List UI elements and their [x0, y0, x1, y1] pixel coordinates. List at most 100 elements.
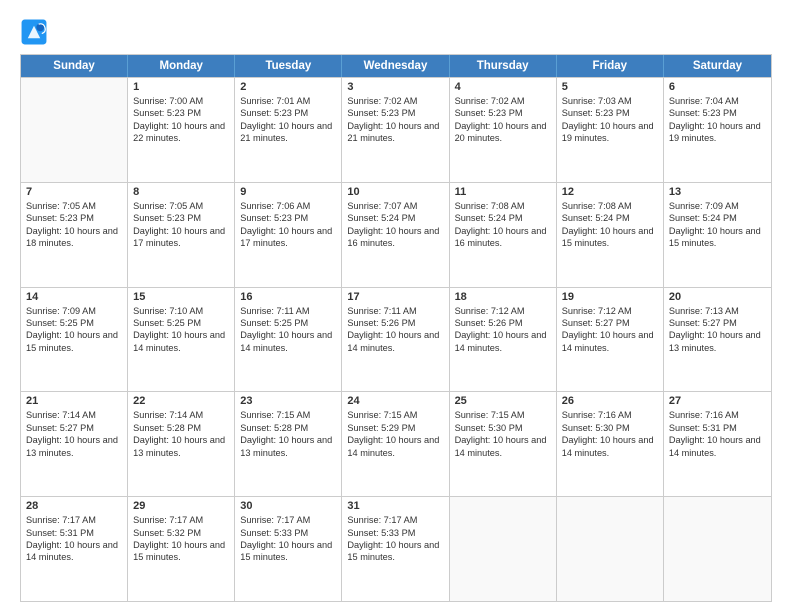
cal-cell: 4 Sunrise: 7:02 AM Sunset: 5:23 PM Daylig… — [450, 78, 557, 182]
cal-cell: 21 Sunrise: 7:14 AM Sunset: 5:27 PM Dayli… — [21, 392, 128, 496]
day-number: 25 — [455, 395, 551, 407]
day-number: 3 — [347, 81, 443, 93]
header-day-tuesday: Tuesday — [235, 55, 342, 77]
cal-cell: 29 Sunrise: 7:17 AM Sunset: 5:32 PM Dayli… — [128, 497, 235, 601]
day-number: 21 — [26, 395, 122, 407]
header-day-wednesday: Wednesday — [342, 55, 449, 77]
day-number: 6 — [669, 81, 766, 93]
day-number: 19 — [562, 291, 658, 303]
day-number: 26 — [562, 395, 658, 407]
cal-cell: 7 Sunrise: 7:05 AM Sunset: 5:23 PM Daylig… — [21, 183, 128, 287]
week-row-2: 7 Sunrise: 7:05 AM Sunset: 5:23 PM Daylig… — [21, 182, 771, 287]
cal-cell: 24 Sunrise: 7:15 AM Sunset: 5:29 PM Dayli… — [342, 392, 449, 496]
cal-cell: 12Sunrise: 7:08 AM Sunset: 5:24 PM Dayli… — [557, 183, 664, 287]
day-info: Sunrise: 7:17 AM Sunset: 5:33 PM Dayligh… — [240, 514, 336, 564]
day-number: 11 — [455, 186, 551, 198]
header-day-thursday: Thursday — [450, 55, 557, 77]
cal-cell: 19 Sunrise: 7:12 AM Sunset: 5:27 PM Dayli… — [557, 288, 664, 392]
day-number: 4 — [455, 81, 551, 93]
cal-cell: 25 Sunrise: 7:15 AM Sunset: 5:30 PM Dayli… — [450, 392, 557, 496]
day-info: Sunrise: 7:14 AM Sunset: 5:27 PM Dayligh… — [26, 409, 122, 459]
cal-cell: 23 Sunrise: 7:15 AM Sunset: 5:28 PM Dayli… — [235, 392, 342, 496]
cal-cell: 26 Sunrise: 7:16 AM Sunset: 5:30 PM Dayli… — [557, 392, 664, 496]
cal-cell: 22Sunrise: 7:14 AM Sunset: 5:28 PM Dayli… — [128, 392, 235, 496]
calendar-header-row: SundayMondayTuesdayWednesdayThursdayFrid… — [21, 55, 771, 77]
day-info: Sunrise: 7:17 AM Sunset: 5:33 PM Dayligh… — [347, 514, 443, 564]
day-number: 16 — [240, 291, 336, 303]
day-info: Sunrise: 7:09 AM Sunset: 5:25 PM Dayligh… — [26, 305, 122, 355]
day-info: Sunrise: 7:05 AM Sunset: 5:23 PM Dayligh… — [26, 200, 122, 250]
day-info: Sunrise: 7:00 AM Sunset: 5:23 PM Dayligh… — [133, 95, 229, 145]
week-row-3: 14 Sunrise: 7:09 AM Sunset: 5:25 PM Dayli… — [21, 287, 771, 392]
day-info: Sunrise: 7:11 AM Sunset: 5:25 PM Dayligh… — [240, 305, 336, 355]
day-info: Sunrise: 7:04 AM Sunset: 5:23 PM Dayligh… — [669, 95, 766, 145]
cal-cell: 20 Sunrise: 7:13 AM Sunset: 5:27 PM Dayli… — [664, 288, 771, 392]
logo — [20, 18, 52, 46]
day-info: Sunrise: 7:12 AM Sunset: 5:26 PM Dayligh… — [455, 305, 551, 355]
day-info: Sunrise: 7:17 AM Sunset: 5:31 PM Dayligh… — [26, 514, 122, 564]
cal-cell — [450, 497, 557, 601]
cal-cell: 1 Sunrise: 7:00 AM Sunset: 5:23 PM Daylig… — [128, 78, 235, 182]
cal-cell: 6 Sunrise: 7:04 AM Sunset: 5:23 PM Daylig… — [664, 78, 771, 182]
logo-icon — [20, 18, 48, 46]
day-info: Sunrise: 7:16 AM Sunset: 5:31 PM Dayligh… — [669, 409, 766, 459]
day-number: 7 — [26, 186, 122, 198]
cal-cell: 5Sunrise: 7:03 AM Sunset: 5:23 PM Daylig… — [557, 78, 664, 182]
day-number: 14 — [26, 291, 122, 303]
day-number: 30 — [240, 500, 336, 512]
day-info: Sunrise: 7:08 AM Sunset: 5:24 PM Dayligh… — [562, 200, 658, 250]
cal-cell: 15 Sunrise: 7:10 AM Sunset: 5:25 PM Dayli… — [128, 288, 235, 392]
cal-cell: 8 Sunrise: 7:05 AM Sunset: 5:23 PM Daylig… — [128, 183, 235, 287]
day-number: 28 — [26, 500, 122, 512]
day-info: Sunrise: 7:15 AM Sunset: 5:28 PM Dayligh… — [240, 409, 336, 459]
day-number: 9 — [240, 186, 336, 198]
day-info: Sunrise: 7:01 AM Sunset: 5:23 PM Dayligh… — [240, 95, 336, 145]
day-number: 1 — [133, 81, 229, 93]
cal-cell: 10Sunrise: 7:07 AM Sunset: 5:24 PM Dayli… — [342, 183, 449, 287]
day-number: 29 — [133, 500, 229, 512]
day-info: Sunrise: 7:03 AM Sunset: 5:23 PM Dayligh… — [562, 95, 658, 145]
cal-cell: 31 Sunrise: 7:17 AM Sunset: 5:33 PM Dayli… — [342, 497, 449, 601]
cal-cell: 13 Sunrise: 7:09 AM Sunset: 5:24 PM Dayli… — [664, 183, 771, 287]
day-info: Sunrise: 7:02 AM Sunset: 5:23 PM Dayligh… — [347, 95, 443, 145]
cal-cell: 9 Sunrise: 7:06 AM Sunset: 5:23 PM Daylig… — [235, 183, 342, 287]
cal-cell — [557, 497, 664, 601]
day-info: Sunrise: 7:09 AM Sunset: 5:24 PM Dayligh… — [669, 200, 766, 250]
day-info: Sunrise: 7:02 AM Sunset: 5:23 PM Dayligh… — [455, 95, 551, 145]
day-info: Sunrise: 7:08 AM Sunset: 5:24 PM Dayligh… — [455, 200, 551, 250]
day-number: 27 — [669, 395, 766, 407]
calendar-body: 1 Sunrise: 7:00 AM Sunset: 5:23 PM Daylig… — [21, 77, 771, 601]
week-row-1: 1 Sunrise: 7:00 AM Sunset: 5:23 PM Daylig… — [21, 77, 771, 182]
day-number: 24 — [347, 395, 443, 407]
day-info: Sunrise: 7:15 AM Sunset: 5:29 PM Dayligh… — [347, 409, 443, 459]
day-info: Sunrise: 7:12 AM Sunset: 5:27 PM Dayligh… — [562, 305, 658, 355]
header-day-sunday: Sunday — [21, 55, 128, 77]
header — [20, 18, 772, 46]
day-number: 31 — [347, 500, 443, 512]
day-info: Sunrise: 7:16 AM Sunset: 5:30 PM Dayligh… — [562, 409, 658, 459]
day-info: Sunrise: 7:11 AM Sunset: 5:26 PM Dayligh… — [347, 305, 443, 355]
day-number: 22 — [133, 395, 229, 407]
day-info: Sunrise: 7:05 AM Sunset: 5:23 PM Dayligh… — [133, 200, 229, 250]
day-number: 15 — [133, 291, 229, 303]
day-number: 23 — [240, 395, 336, 407]
week-row-5: 28 Sunrise: 7:17 AM Sunset: 5:31 PM Dayli… — [21, 496, 771, 601]
cal-cell: 18 Sunrise: 7:12 AM Sunset: 5:26 PM Dayli… — [450, 288, 557, 392]
cal-cell: 27 Sunrise: 7:16 AM Sunset: 5:31 PM Dayli… — [664, 392, 771, 496]
day-number: 18 — [455, 291, 551, 303]
day-info: Sunrise: 7:15 AM Sunset: 5:30 PM Dayligh… — [455, 409, 551, 459]
day-info: Sunrise: 7:07 AM Sunset: 5:24 PM Dayligh… — [347, 200, 443, 250]
day-number: 8 — [133, 186, 229, 198]
day-info: Sunrise: 7:06 AM Sunset: 5:23 PM Dayligh… — [240, 200, 336, 250]
day-number: 2 — [240, 81, 336, 93]
week-row-4: 21 Sunrise: 7:14 AM Sunset: 5:27 PM Dayli… — [21, 391, 771, 496]
day-number: 13 — [669, 186, 766, 198]
cal-cell: 17Sunrise: 7:11 AM Sunset: 5:26 PM Dayli… — [342, 288, 449, 392]
cal-cell: 16 Sunrise: 7:11 AM Sunset: 5:25 PM Dayli… — [235, 288, 342, 392]
day-number: 20 — [669, 291, 766, 303]
calendar-page: SundayMondayTuesdayWednesdayThursdayFrid… — [0, 0, 792, 612]
cal-cell: 14 Sunrise: 7:09 AM Sunset: 5:25 PM Dayli… — [21, 288, 128, 392]
day-info: Sunrise: 7:13 AM Sunset: 5:27 PM Dayligh… — [669, 305, 766, 355]
day-info: Sunrise: 7:17 AM Sunset: 5:32 PM Dayligh… — [133, 514, 229, 564]
day-info: Sunrise: 7:10 AM Sunset: 5:25 PM Dayligh… — [133, 305, 229, 355]
